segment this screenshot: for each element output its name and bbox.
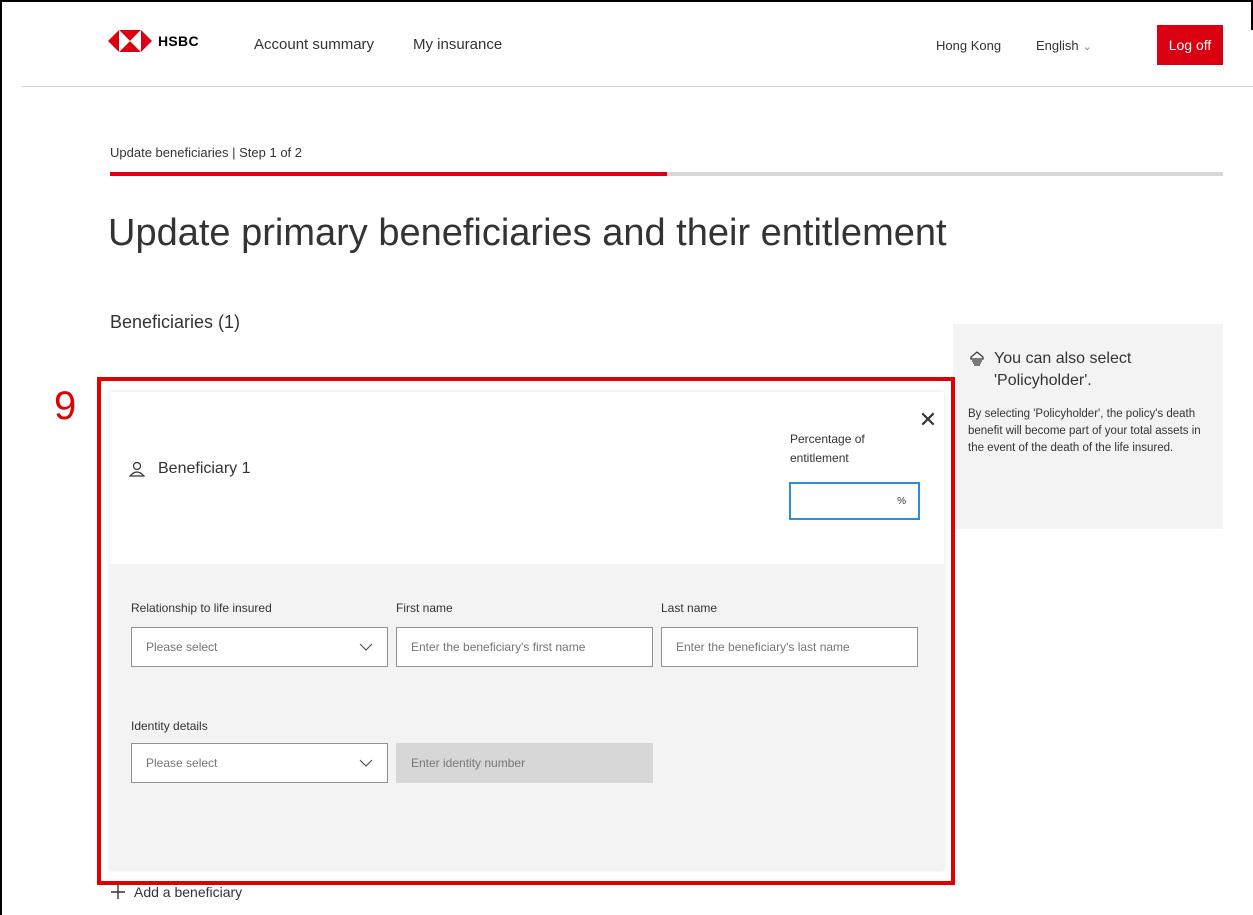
lightbulb-hand-icon	[970, 351, 984, 366]
region-selector[interactable]: Hong Kong	[936, 38, 1001, 53]
annotation-highlight-box	[97, 377, 955, 885]
step-progress-bar	[110, 172, 1223, 176]
page-title: Update primary beneficiaries and their e…	[108, 212, 947, 254]
policyholder-info-panel: You can also select 'Policyholder'. By s…	[953, 324, 1223, 529]
brand-name: HSBC	[158, 33, 199, 49]
log-off-button[interactable]: Log off	[1157, 25, 1223, 65]
add-beneficiary-label: Add a beneficiary	[134, 884, 243, 900]
chevron-down-icon: ⌄	[1082, 41, 1092, 53]
nav-my-insurance[interactable]: My insurance	[413, 36, 502, 53]
language-label: English	[1036, 38, 1079, 53]
add-beneficiary-link[interactable]: Add a beneficiary	[110, 884, 242, 900]
frame-border-left	[0, 0, 2, 915]
step-progress-fill	[110, 172, 667, 176]
info-heading: You can also select 'Policyholder'.	[994, 350, 1132, 389]
step-indicator-label: Update beneficiaries | Step 1 of 2	[110, 145, 302, 160]
annotation-step-number: 9	[54, 384, 77, 428]
hsbc-logo[interactable]: HSBC	[108, 30, 199, 52]
beneficiaries-count-heading: Beneficiaries (1)	[110, 312, 241, 332]
info-body: By selecting 'Policyholder', the policy'…	[968, 408, 1201, 454]
header-divider	[22, 86, 1253, 87]
nav-account-summary[interactable]: Account summary	[254, 36, 374, 53]
site-header: HSBC Account summary My insurance Hong K…	[0, 0, 1253, 86]
language-selector[interactable]: English ⌄	[1036, 38, 1092, 53]
hsbc-hexagon-icon	[108, 30, 152, 52]
plus-icon	[111, 885, 125, 899]
